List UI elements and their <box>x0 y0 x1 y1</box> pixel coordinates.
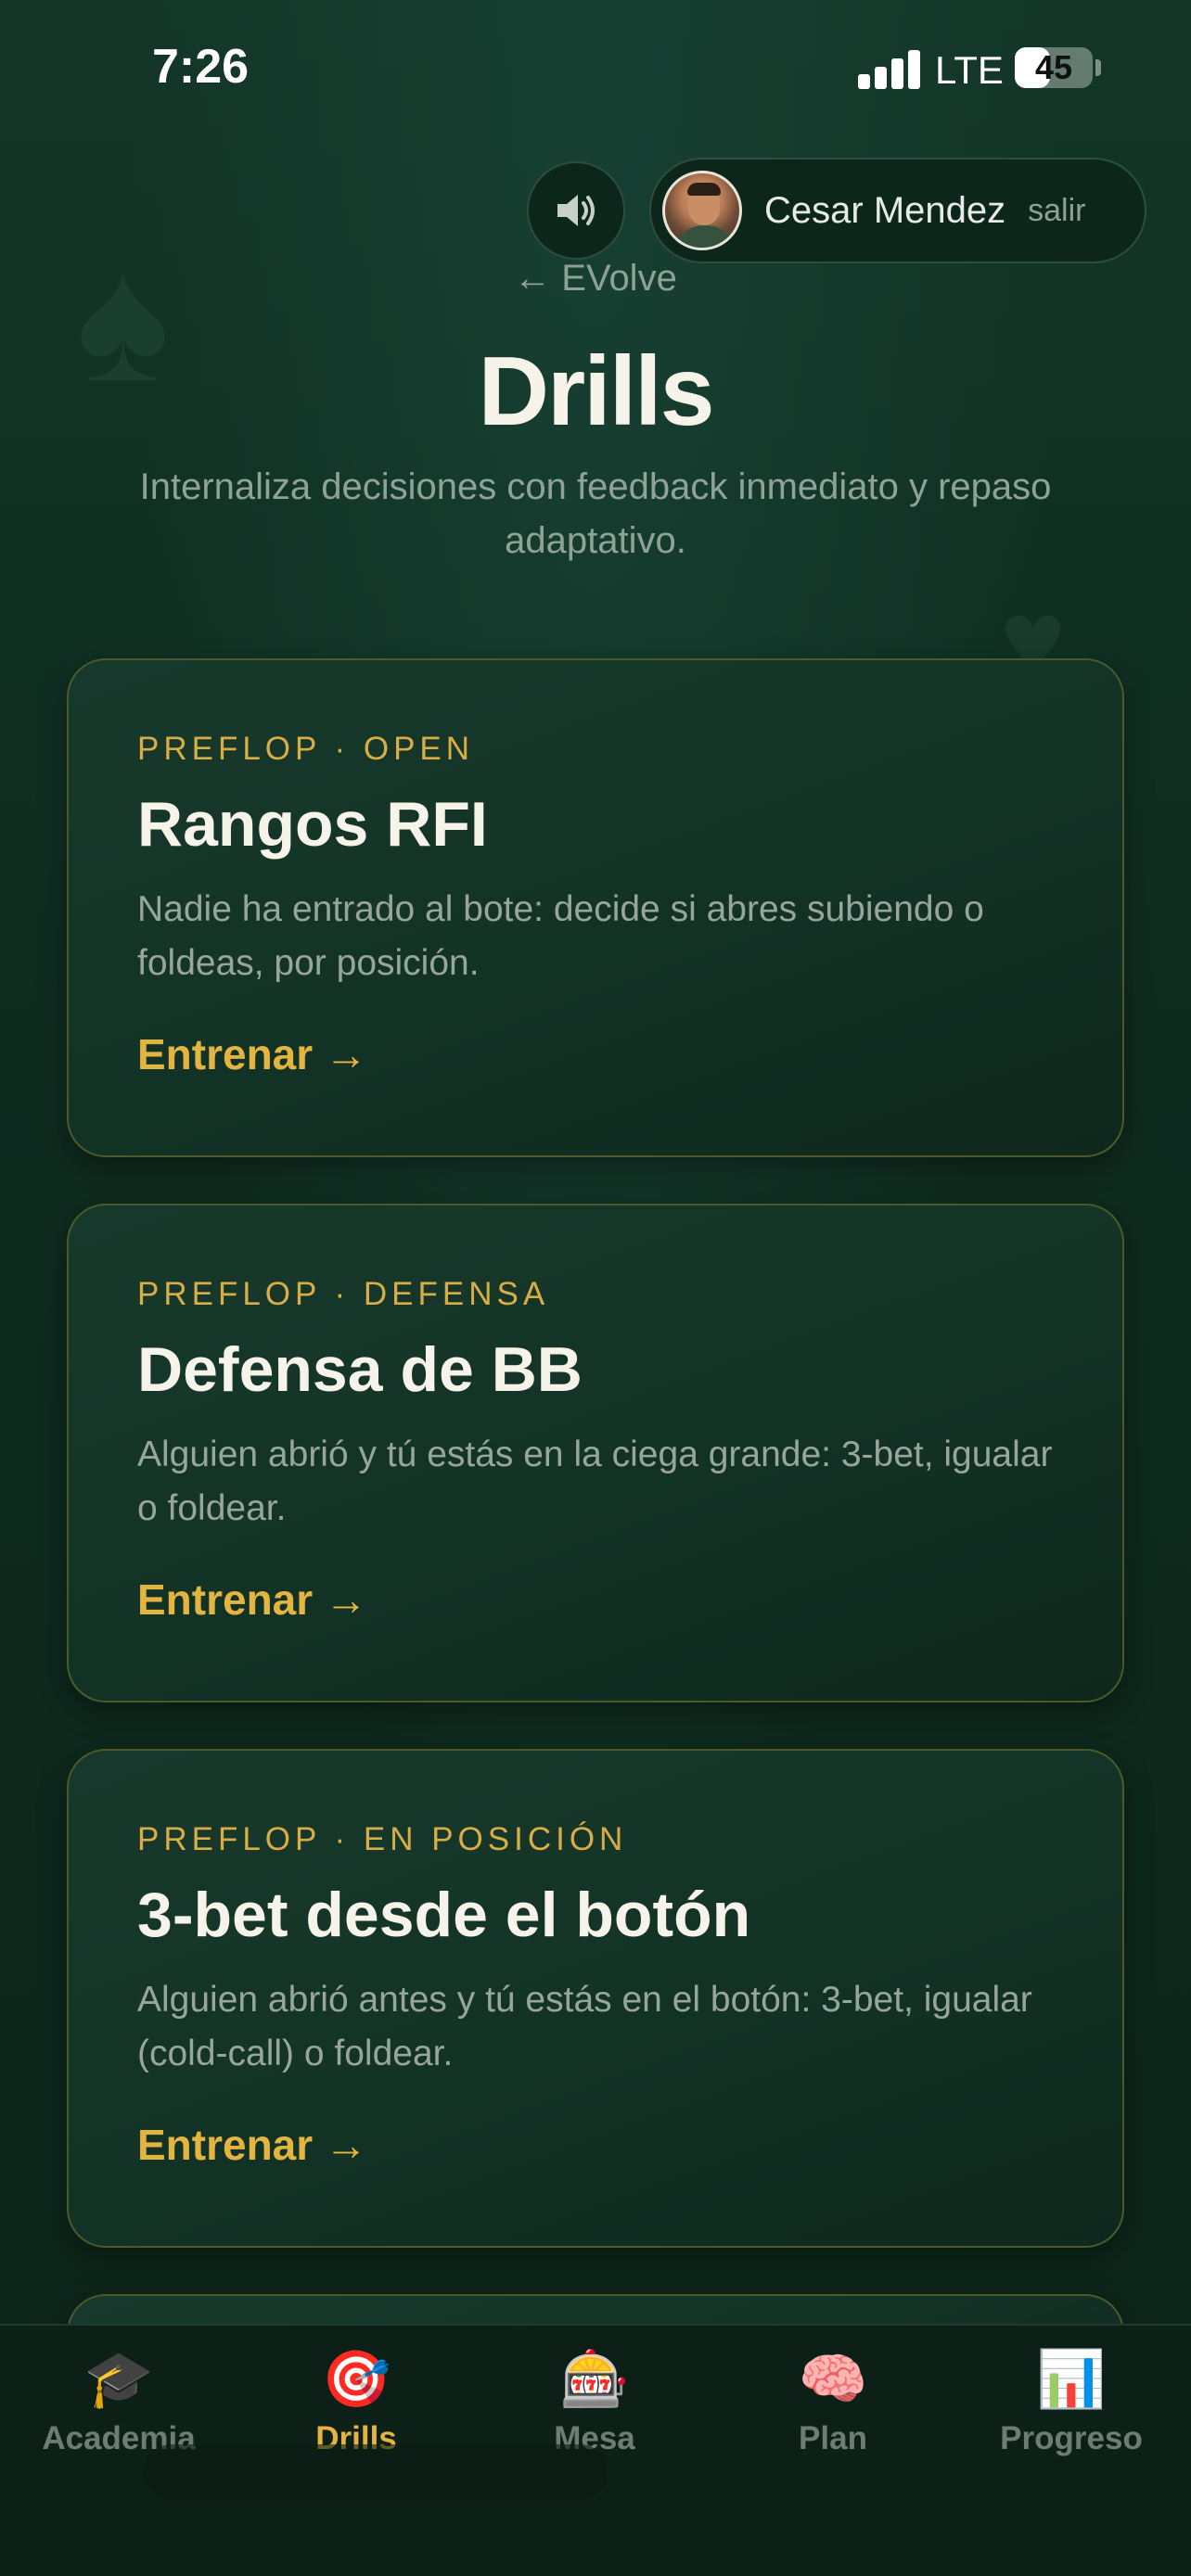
nav-item-progreso[interactable]: 📊 Progreso <box>953 2344 1190 2474</box>
card-tag: PREFLOP · OPEN <box>137 731 475 767</box>
avatar[interactable] <box>662 171 742 250</box>
card-title: 3-bet desde el botón <box>137 1880 751 1950</box>
nav-label: Progreso <box>1000 2420 1143 2456</box>
user-name: Cesar Mendez <box>764 189 1006 231</box>
brain-icon: 🧠 <box>798 2348 868 2410</box>
train-button[interactable]: Entrenar → <box>137 2120 367 2170</box>
page-subtitle: Internaliza decisiones con feedback inme… <box>139 466 1052 561</box>
nav-label: Plan <box>799 2420 867 2456</box>
logout-link[interactable]: salir <box>1028 193 1085 229</box>
nav-item-plan[interactable]: 🧠 Plan <box>714 2344 952 2474</box>
drill-card-bb-defense[interactable]: PREFLOP · DEFENSA Defensa de BB Alguien … <box>67 1204 1124 1702</box>
card-title: Defensa de BB <box>137 1334 583 1405</box>
user-account-pill: Cesar Mendez salir <box>649 158 1146 263</box>
graduation-cap-icon: 🎓 <box>83 2348 154 2410</box>
drill-card-3bet-button[interactable]: PREFLOP · EN POSICIÓN 3-bet desde el bot… <box>67 1749 1124 2248</box>
status-time: 7:26 <box>152 40 250 94</box>
slot-machine-icon: 🎰 <box>559 2348 630 2410</box>
train-button[interactable]: Entrenar → <box>137 1029 367 1079</box>
card-description: Alguien abrió antes y tú estás en el bot… <box>137 1980 1032 2073</box>
battery-tip <box>1095 59 1101 76</box>
card-title: Rangos RFI <box>137 789 488 860</box>
card-description: Alguien abrió y tú estás en la ciega gra… <box>137 1435 1053 1528</box>
back-link[interactable]: ← EVolve <box>0 258 1191 300</box>
status-bar: 7:26 LTE 45 <box>0 0 1191 139</box>
train-button[interactable]: Entrenar → <box>137 1575 367 1625</box>
network-type: LTE <box>935 48 1004 92</box>
battery-level: 45 <box>1034 48 1073 86</box>
home-indicator <box>144 2444 608 2500</box>
drills-screen: ♠ ♥ 7:26 LTE 45 Cesar Mendez salir ← EVo… <box>0 0 1191 2576</box>
drill-card-rfi[interactable]: PREFLOP · OPEN Rangos RFI Nadie ha entra… <box>67 658 1124 1157</box>
card-tag: PREFLOP · EN POSICIÓN <box>137 1821 628 1857</box>
sound-toggle-button[interactable] <box>527 161 625 260</box>
bar-chart-icon: 📊 <box>1036 2348 1107 2410</box>
page-title: Drills <box>478 337 714 446</box>
target-icon: 🎯 <box>321 2348 391 2410</box>
card-tag: PREFLOP · DEFENSA <box>137 1276 550 1312</box>
battery-icon: 45 <box>1015 47 1093 88</box>
cellular-signal-icon <box>858 48 921 89</box>
speaker-icon <box>557 195 595 226</box>
card-description: Nadie ha entrado al bote: decide si abre… <box>137 889 984 983</box>
